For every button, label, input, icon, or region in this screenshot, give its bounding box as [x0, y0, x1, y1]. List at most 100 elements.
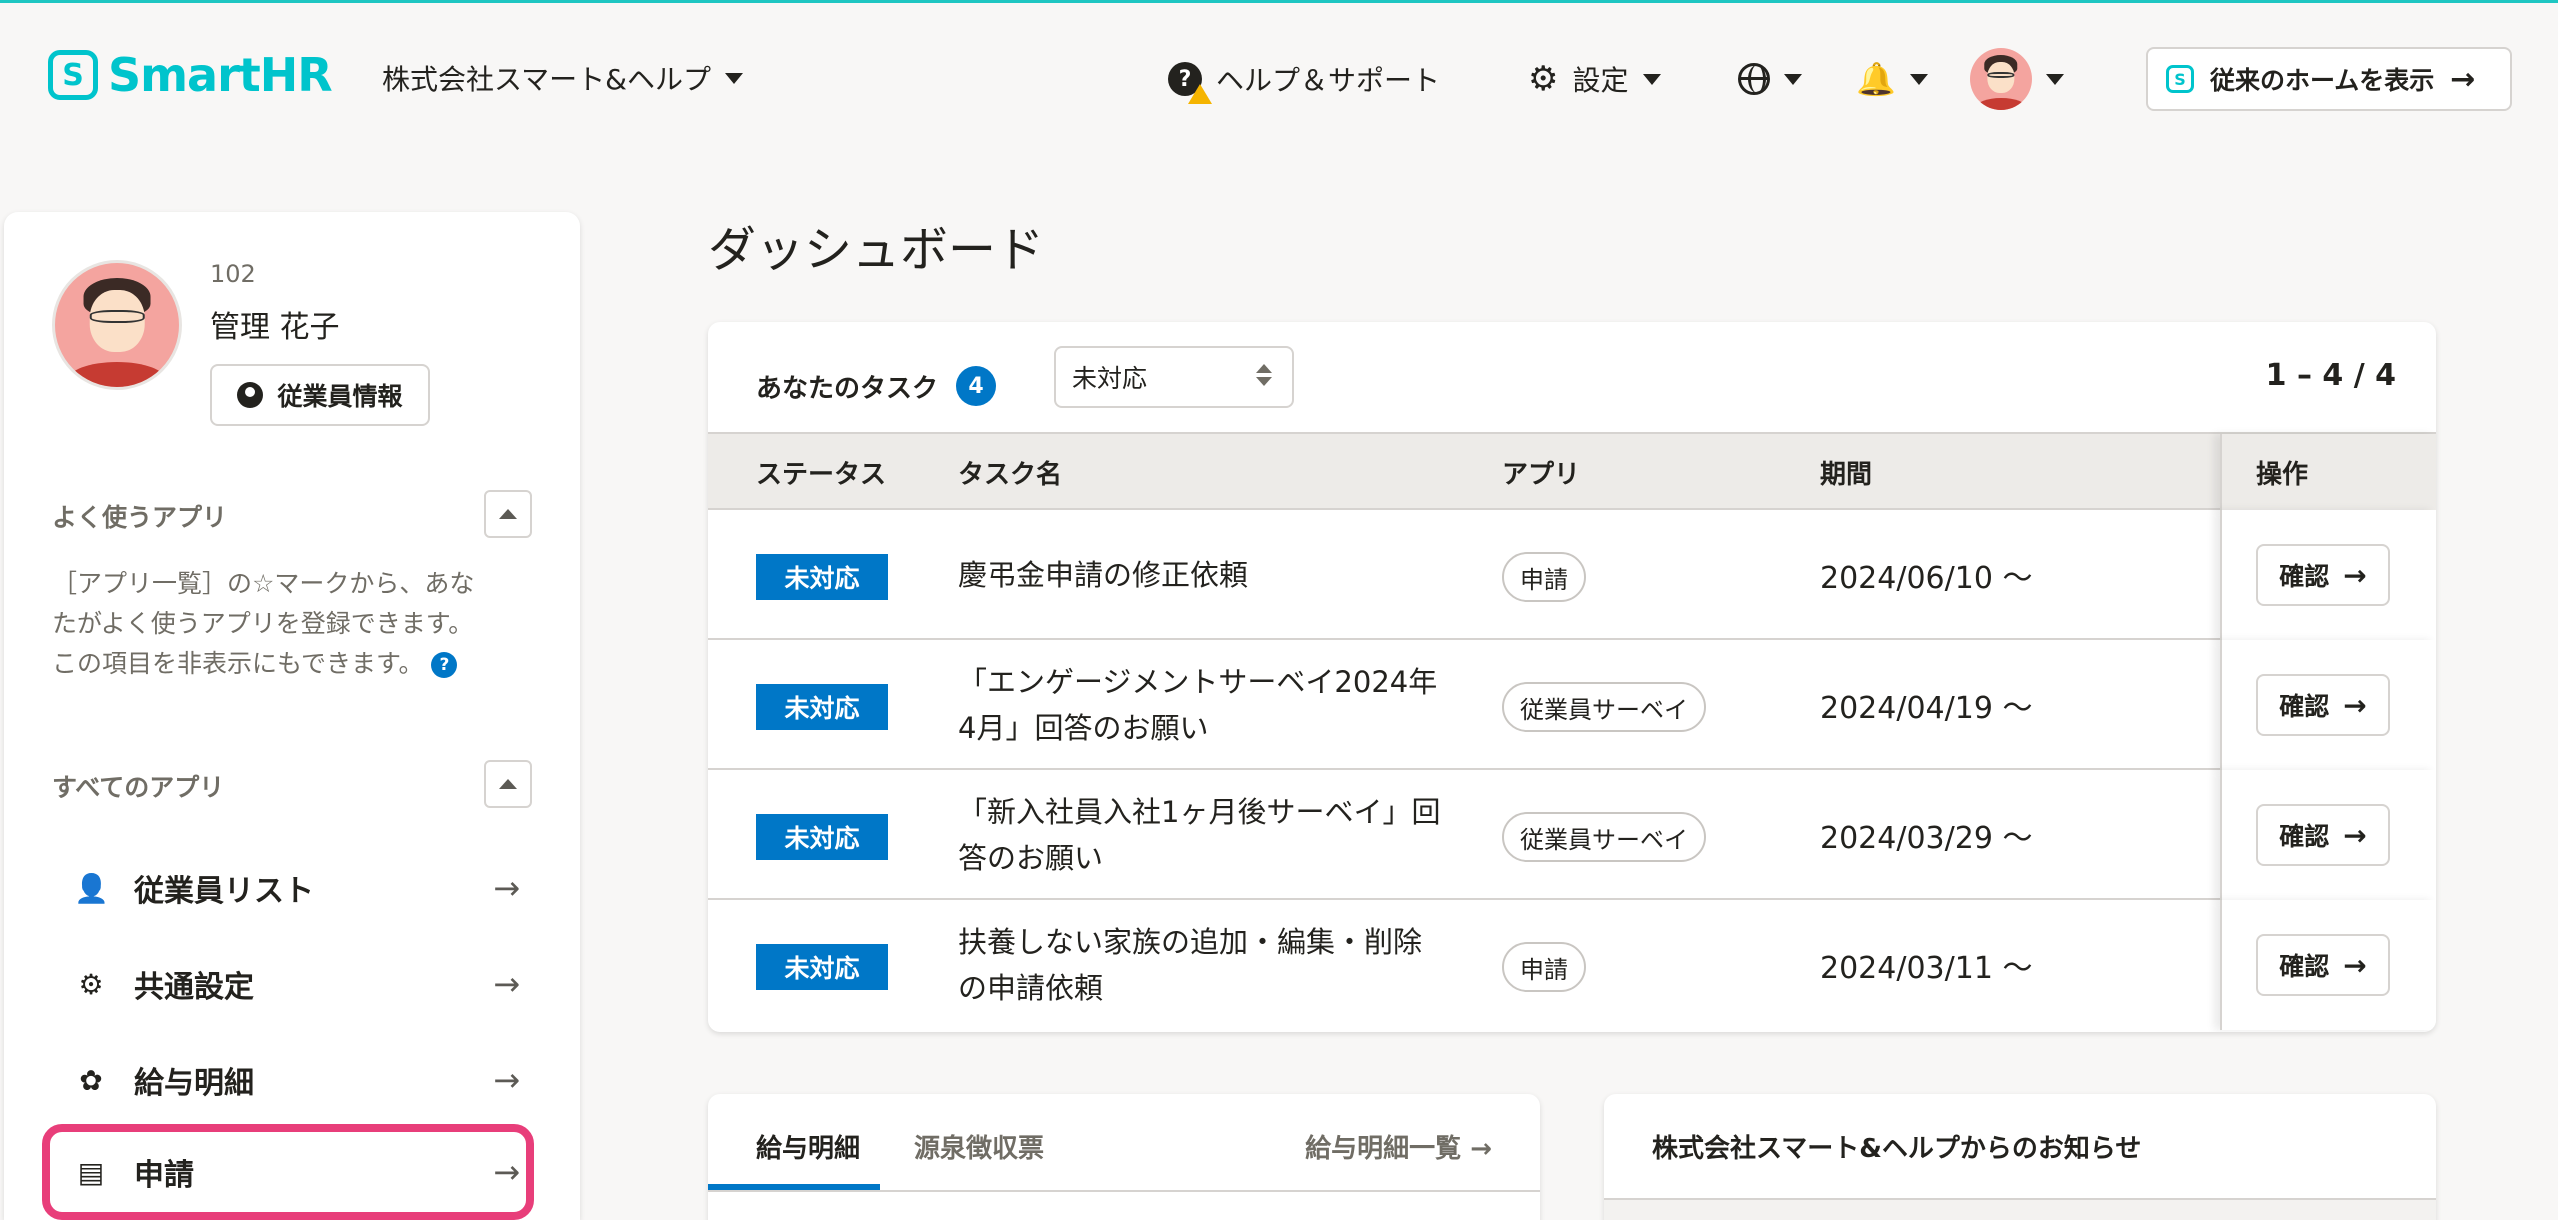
app-tag: 申請	[1502, 552, 1586, 602]
employee-name: 管理 花子	[210, 310, 340, 345]
table-row: 未対応 「新入社員入社1ヶ月後サーベイ」回答のお願い 従業員サーベイ 2024/…	[708, 770, 2436, 900]
pagination-info: 1 – 4 / 4	[2265, 358, 2396, 393]
help-warning-icon: ?	[1168, 62, 1212, 104]
confirm-label: 確認	[2279, 692, 2330, 721]
caret-down-icon	[2046, 73, 2064, 85]
payslip-list-link[interactable]: 給与明細一覧 →	[1305, 1128, 1492, 1165]
column-header: 期間	[1820, 459, 1873, 490]
task-period: 2024/06/10 〜	[1820, 561, 2033, 596]
status-filter-select[interactable]: 未対応	[1054, 346, 1294, 408]
divider	[1604, 1198, 2436, 1220]
operation-cell: 確認 →	[2220, 770, 2436, 900]
favorites-collapse-button[interactable]	[484, 490, 532, 538]
status-badge: 未対応	[756, 684, 888, 730]
sidebar-item-payslip[interactable]: ✿ 給与明細 →	[52, 1044, 520, 1116]
confirm-button[interactable]: 確認 →	[2256, 804, 2390, 866]
sidebar-item-label: 給与明細	[134, 1066, 254, 1101]
column-header: ステータス	[756, 459, 887, 490]
favorites-desc-line: この項目を非表示にもできます。	[52, 649, 424, 678]
caret-down-icon	[1784, 73, 1802, 85]
task-period: 2024/03/11 〜	[1820, 951, 2033, 986]
company-name: 株式会社スマート&ヘルプ	[382, 63, 711, 96]
smarthr-logo-mark-icon: S	[48, 50, 98, 100]
table-row: 未対応 「エンゲージメントサーベイ2024年4月」回答のお願い 従業員サーベイ …	[708, 640, 2436, 770]
tab-payslip[interactable]: 給与明細	[756, 1128, 860, 1165]
confirm-label: 確認	[2279, 952, 2330, 981]
status-badge: 未対応	[756, 814, 888, 860]
account-menu[interactable]	[1970, 48, 2064, 110]
globe-icon	[1738, 63, 1770, 95]
tab-withholding-slip[interactable]: 源泉徴収票	[914, 1128, 1044, 1165]
app-tag: 従業員サーベイ	[1502, 682, 1706, 732]
notifications-menu[interactable]: 🔔	[1856, 51, 1928, 107]
task-period: 2024/04/19 〜	[1820, 691, 2033, 726]
language-menu[interactable]	[1738, 51, 1802, 107]
old-home-button[interactable]: S 従来のホームを表示 →	[2146, 47, 2512, 111]
favorites-desc-line: ［アプリ一覧］の☆マークから、あな	[52, 569, 475, 598]
arrow-right-icon: →	[493, 965, 520, 1003]
help-question-icon[interactable]: ?	[431, 652, 458, 678]
column-header: 操作	[2220, 434, 2436, 510]
help-support-label: ヘルプ＆サポート	[1216, 64, 1441, 97]
sidebar: 102 管理 花子 従業員情報 よく使うアプリ ［アプリ一覧］の☆マークから、あ…	[4, 212, 580, 1220]
employee-info-label: 従業員情報	[277, 382, 403, 411]
favorites-description: ［アプリ一覧］の☆マークから、あな たがよく使うアプリを登録できます。 この項目…	[52, 564, 542, 684]
confirm-label: 確認	[2279, 822, 2330, 851]
favorites-desc-line: たがよく使うアプリを登録できます。	[52, 609, 474, 638]
chevron-up-icon	[499, 509, 517, 519]
settings-menu[interactable]: ⚙ 設定	[1528, 51, 1661, 107]
arrow-right-icon: →	[2343, 818, 2367, 852]
operation-cell: 確認 →	[2220, 900, 2436, 1030]
gear-icon: ⚙	[1528, 59, 1559, 99]
task-name: 扶養しない家族の追加・編集・削除の申請依頼	[958, 925, 1423, 1005]
profile-avatar	[52, 260, 182, 390]
tasks-heading: あなたのタスク 4	[756, 356, 997, 416]
tasks-count-badge: 4	[956, 366, 997, 406]
caret-down-icon	[725, 72, 743, 84]
bell-icon: 🔔	[1856, 60, 1896, 98]
person-icon: 👤	[74, 871, 109, 905]
status-badge: 未対応	[756, 554, 888, 600]
caret-down-icon	[1642, 73, 1661, 85]
operation-cell: 確認 →	[2220, 510, 2436, 640]
column-header: タスク名	[958, 459, 1063, 490]
smarthr-logo[interactable]: S SmartHR	[48, 47, 333, 103]
employee-info-button[interactable]: 従業員情報	[210, 364, 430, 426]
table-header: ステータス タスク名 アプリ 期間 操作	[708, 432, 2436, 510]
logo-text: SmartHR	[108, 48, 333, 102]
gear-icon: ⚙	[78, 967, 104, 1001]
divider	[708, 1190, 1540, 1192]
help-support-menu[interactable]: ? ヘルプ＆サポート	[1168, 51, 1440, 107]
avatar	[1970, 48, 2032, 110]
sidebar-item-common-settings[interactable]: ⚙ 共通設定 →	[52, 948, 520, 1020]
user-circle-icon	[237, 382, 264, 408]
global-header: S SmartHR 株式会社スマート&ヘルプ ? ヘルプ＆サポート ⚙ 設定 🔔…	[0, 3, 2558, 149]
status-badge: 未対応	[756, 944, 888, 990]
page-title: ダッシュボード	[708, 222, 1045, 278]
notice-title: 株式会社スマート&ヘルプからのお知らせ	[1652, 1134, 2142, 1164]
tasks-panel: あなたのタスク 4 未対応 1 – 4 / 4 ステータス タスク名 アプリ 期…	[708, 322, 2436, 1032]
app-tag: 申請	[1502, 942, 1586, 992]
status-filter-value: 未対応	[1072, 364, 1148, 393]
notice-panel: 株式会社スマート&ヘルプからのお知らせ	[1604, 1094, 2436, 1220]
all-apps-title: すべてのアプリ	[52, 773, 225, 802]
arrow-right-icon: →	[2343, 688, 2367, 722]
column-header: アプリ	[1502, 459, 1581, 490]
task-name: 「エンゲージメントサーベイ2024年4月」回答のお願い	[958, 665, 1438, 745]
tab-label: 源泉徴収票	[914, 1134, 1045, 1164]
old-home-label: 従来のホームを表示	[2210, 66, 2435, 95]
confirm-button[interactable]: 確認 →	[2256, 674, 2390, 736]
confirm-button[interactable]: 確認 →	[2256, 934, 2390, 996]
confirm-button[interactable]: 確認 →	[2256, 544, 2390, 606]
all-apps-collapse-button[interactable]	[484, 760, 532, 808]
company-switcher[interactable]: 株式会社スマート&ヘルプ	[382, 53, 743, 103]
payslip-panel: 給与明細 源泉徴収票 給与明細一覧 →	[708, 1094, 1540, 1220]
task-name: 「新入社員入社1ヶ月後サーベイ」回答のお願い	[958, 795, 1441, 875]
arrow-right-icon: →	[2343, 948, 2367, 982]
task-name: 慶弔金申請の修正依頼	[958, 558, 1249, 592]
chevron-up-icon	[499, 779, 517, 789]
smarthr-mini-icon: S	[2166, 65, 2194, 93]
sidebar-item-label: 従業員リスト	[134, 874, 314, 909]
arrow-right-icon: →	[1470, 1134, 1492, 1164]
sidebar-item-employee-list[interactable]: 👤 従業員リスト →	[52, 852, 520, 924]
